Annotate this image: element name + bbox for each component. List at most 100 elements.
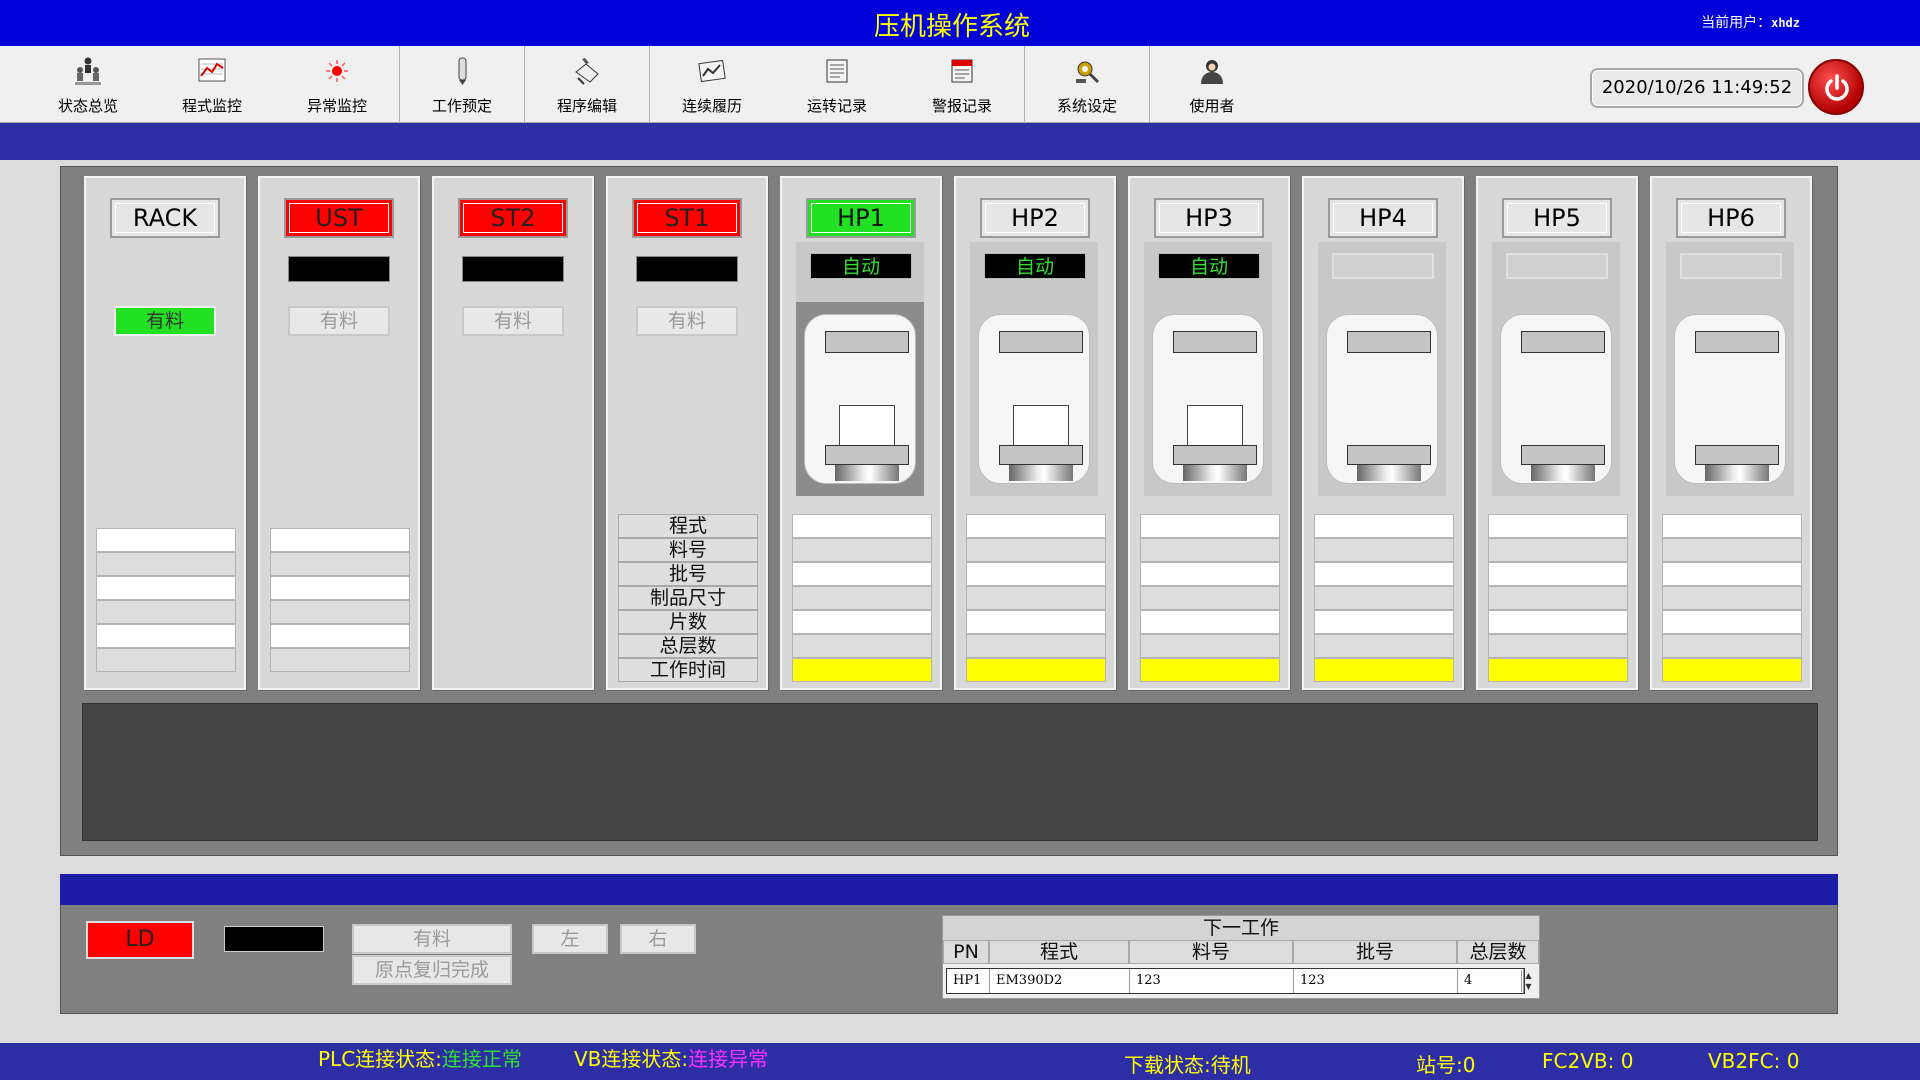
loader-right-button[interactable]: 右	[620, 924, 696, 954]
station-st2: ST2 有料	[432, 176, 594, 690]
press-upper-plate	[825, 331, 909, 353]
press-hp1-label[interactable]: HP1	[806, 198, 916, 238]
info-row	[1314, 586, 1454, 610]
press-cylinder	[1183, 465, 1247, 481]
spin-down-icon[interactable]: ▼	[1525, 982, 1531, 991]
next-job-table: 下一工作 PN 程式 料号 批号 总层数 HP1 EM390D2 123 123…	[942, 915, 1540, 999]
toolbar-status-overview-button[interactable]: 状态总览	[26, 46, 150, 123]
st2-status-display	[462, 256, 564, 282]
power-button[interactable]	[1808, 59, 1864, 115]
toolbar-label: 状态总览	[57, 97, 118, 115]
info-row	[1140, 634, 1280, 658]
info-row	[270, 528, 410, 552]
info-row	[1314, 562, 1454, 586]
log-book-icon	[826, 59, 848, 83]
press-diagram	[796, 302, 924, 496]
column-header: 料号	[1129, 940, 1293, 964]
station-st2-label[interactable]: ST2	[458, 198, 568, 238]
info-row	[792, 562, 932, 586]
station-ust-label[interactable]: UST	[284, 198, 394, 238]
table-cell: 123	[1130, 969, 1294, 993]
toolbar-program-edit-button[interactable]: 程序编辑	[525, 46, 649, 123]
info-row	[1662, 538, 1802, 562]
info-label-program: 程式	[618, 514, 758, 538]
press-hp2-label[interactable]: HP2	[980, 198, 1090, 238]
press-diagram	[1492, 302, 1620, 496]
datetime-display: 2020/10/26 11:49:52	[1590, 68, 1804, 108]
station-name: ST2	[463, 203, 563, 233]
toolbar-label: 连续履历	[681, 97, 742, 115]
current-user-name: xhdz	[1771, 16, 1800, 30]
work-time-bar	[792, 658, 932, 682]
toolbar-alarm-log-button[interactable]: 警报记录	[900, 46, 1024, 123]
column-header: 程式	[989, 940, 1129, 964]
press-hp6-label[interactable]: HP6	[1676, 198, 1786, 238]
work-time-bar	[1140, 658, 1280, 682]
press-cylinder	[1531, 465, 1595, 481]
loader-ld-label[interactable]: LD	[86, 921, 194, 959]
st2-material-indicator: 有料	[462, 306, 564, 336]
station-st1-label[interactable]: ST1	[632, 198, 742, 238]
loader-left-button[interactable]: 左	[532, 924, 608, 954]
station-rack: RACK 有料	[84, 176, 246, 690]
press-mode-display: 自动	[810, 253, 912, 279]
info-row	[1488, 562, 1628, 586]
power-icon	[1825, 74, 1849, 101]
press-name: HP3	[1159, 203, 1259, 233]
info-row	[792, 514, 932, 538]
people-tree-icon	[75, 57, 101, 85]
toolbar-system-settings-button[interactable]: 系统设定	[1025, 46, 1149, 123]
station-name: RACK	[115, 203, 215, 233]
info-row	[1314, 634, 1454, 658]
press-hp1: HP1 自动	[780, 176, 942, 690]
press-info-rows	[1140, 514, 1280, 682]
toolbar-program-monitor-button[interactable]: 程式监控	[150, 46, 274, 123]
current-user: 当前用户：xhdz	[1701, 12, 1800, 32]
toolbar-history-button[interactable]: 连续履历	[650, 46, 774, 123]
info-row	[966, 586, 1106, 610]
plc-status-label: PLC连接状态:	[318, 1047, 442, 1071]
plc-status-value: 连接正常	[441, 1047, 522, 1071]
press-hp6: HP6	[1650, 176, 1812, 690]
work-time-bar	[966, 658, 1106, 682]
toolbar-user-button[interactable]: 使用者	[1150, 46, 1274, 123]
info-row	[1314, 538, 1454, 562]
toolbar-label: 运转记录	[806, 97, 867, 115]
toolbar-work-schedule-button[interactable]: 工作预定	[400, 46, 524, 123]
press-hp4-label[interactable]: HP4	[1328, 198, 1438, 238]
press-upper-plate	[999, 331, 1083, 353]
vb2fc-value: 0	[1786, 1049, 1800, 1073]
toolbar-alarm-monitor-button[interactable]: 异常监控	[275, 46, 399, 123]
info-row	[1488, 538, 1628, 562]
station-number-value: 0	[1462, 1053, 1476, 1077]
info-row	[792, 586, 932, 610]
info-row	[96, 600, 236, 624]
next-job-header: PN 程式 料号 批号 总层数	[943, 940, 1539, 964]
station-name: UST	[289, 203, 389, 233]
work-time-bar	[1488, 658, 1628, 682]
info-row	[1662, 634, 1802, 658]
info-row	[966, 514, 1106, 538]
vb-status: VB连接状态:连接异常	[574, 1043, 768, 1072]
station-rack-label[interactable]: RACK	[110, 198, 220, 238]
info-label-size: 制品尺寸	[618, 586, 758, 610]
loader-home-done-button[interactable]: 原点复归完成	[352, 955, 512, 985]
info-row	[1662, 514, 1802, 538]
press-workpiece	[839, 405, 895, 447]
download-status-value: 待机	[1210, 1053, 1251, 1077]
station-number: 站号:0	[1416, 1049, 1475, 1078]
row-spinner[interactable]: ▲ ▼	[1521, 970, 1535, 992]
table-row[interactable]: HP1 EM390D2 123 123 4	[946, 968, 1525, 994]
info-row	[966, 634, 1106, 658]
info-row	[1662, 610, 1802, 634]
press-hp3-label[interactable]: HP3	[1154, 198, 1264, 238]
press-hp5-label[interactable]: HP5	[1502, 198, 1612, 238]
status-bar: PLC连接状态:连接正常 VB连接状态:连接异常 下载状态:待机 站号:0 FC…	[0, 1043, 1920, 1080]
loader-material-button[interactable]: 有料	[352, 924, 512, 954]
spin-up-icon[interactable]: ▲	[1525, 971, 1531, 980]
info-row	[1140, 538, 1280, 562]
toolbar-label: 程序编辑	[556, 97, 617, 115]
press-name: HP5	[1507, 203, 1607, 233]
press-upper-plate	[1347, 331, 1431, 353]
toolbar-operation-log-button[interactable]: 运转记录	[775, 46, 899, 123]
